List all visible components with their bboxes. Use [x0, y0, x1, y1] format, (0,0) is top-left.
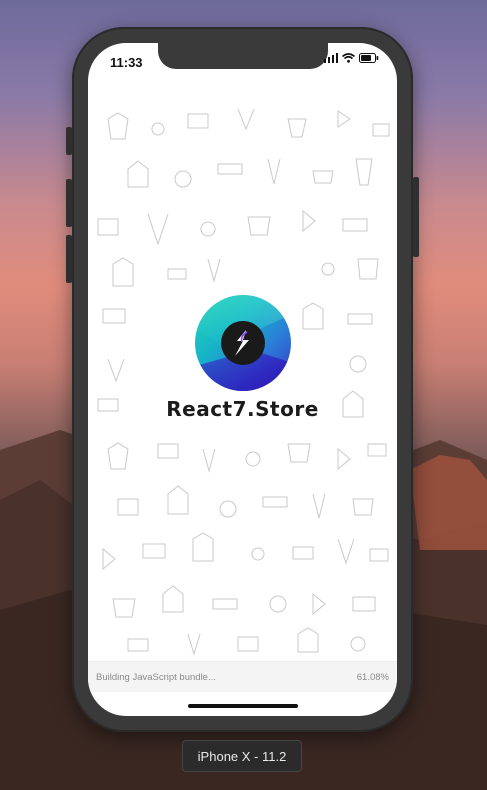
brand-block: React7.Store: [88, 295, 397, 421]
app-screen: 11:33 React7.Store Building JavaScript b…: [88, 43, 397, 716]
volume-up-button[interactable]: [66, 179, 72, 227]
lightning-logo-icon: [220, 321, 265, 365]
device-name-label: iPhone X - 11.2: [182, 740, 302, 772]
battery-icon: [359, 53, 379, 63]
bundle-progress-bar: Building JavaScript bundle... 61.08%: [88, 661, 397, 692]
brand-name: React7.Store: [166, 397, 319, 421]
iphone-simulator-frame: 11:33 React7.Store Building JavaScript b…: [66, 27, 419, 732]
bundle-message: Building JavaScript bundle...: [96, 671, 216, 683]
home-indicator[interactable]: [188, 704, 298, 708]
volume-down-button[interactable]: [66, 235, 72, 283]
status-icons: [324, 53, 379, 63]
status-time: 11:33: [110, 55, 143, 70]
mute-switch: [66, 127, 72, 155]
app-logo: [194, 295, 291, 391]
wifi-icon: [342, 53, 355, 63]
bundle-progress-text: 61.08%: [356, 671, 389, 683]
power-button[interactable]: [413, 177, 419, 257]
notch: [158, 43, 328, 69]
signal-icon: [324, 53, 338, 63]
